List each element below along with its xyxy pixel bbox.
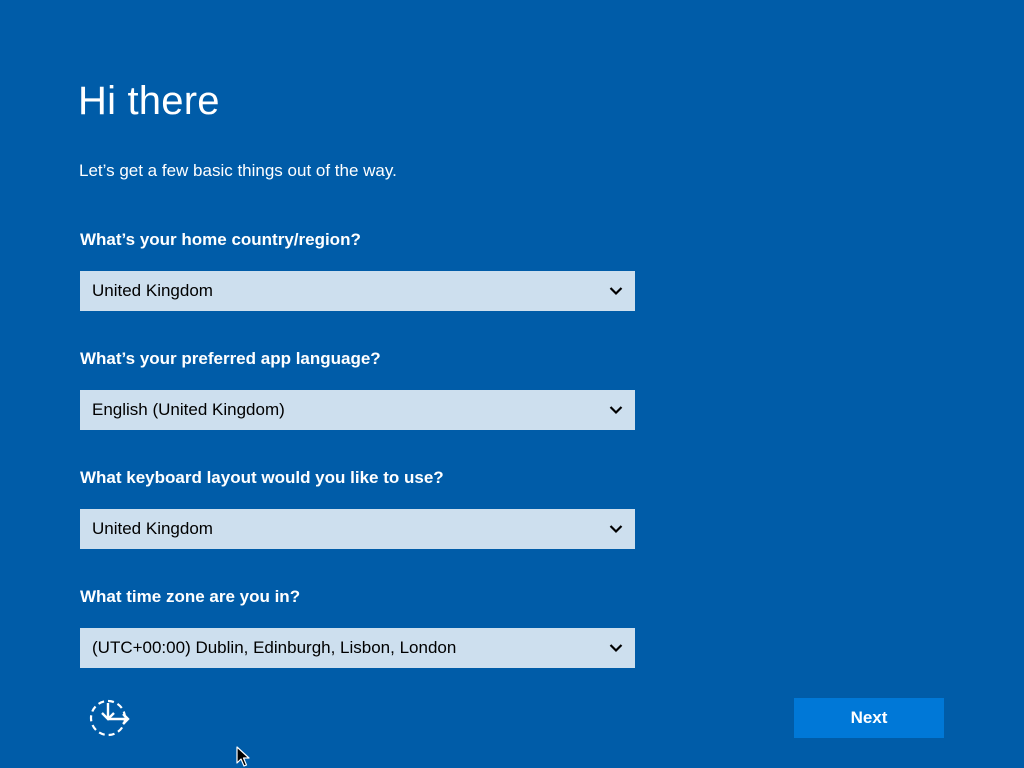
country-region-label: What’s your home country/region? (80, 230, 361, 249)
app-language-label: What’s your preferred app language? (80, 349, 381, 368)
chevron-down-icon (609, 403, 623, 417)
keyboard-layout-label: What keyboard layout would you like to u… (80, 468, 444, 487)
time-zone-label: What time zone are you in? (80, 587, 301, 606)
oobe-region-setup-page: Hi there Let’s get a few basic things ou… (0, 0, 1024, 768)
time-zone-select[interactable]: (UTC+00:00) Dublin, Edinburgh, Lisbon, L… (80, 628, 635, 668)
next-button[interactable]: Next (794, 698, 944, 738)
page-subtitle: Let’s get a few basic things out of the … (79, 161, 397, 180)
mouse-pointer-icon (236, 746, 250, 768)
ease-of-access-icon[interactable] (86, 697, 132, 741)
app-language-value: English (United Kingdom) (92, 400, 285, 419)
chevron-down-icon (609, 641, 623, 655)
keyboard-layout-select[interactable]: United Kingdom (80, 509, 635, 549)
page-title: Hi there (78, 79, 220, 123)
country-region-value: United Kingdom (92, 281, 213, 300)
app-language-select[interactable]: English (United Kingdom) (80, 390, 635, 430)
time-zone-value: (UTC+00:00) Dublin, Edinburgh, Lisbon, L… (92, 638, 457, 657)
country-region-select[interactable]: United Kingdom (80, 271, 635, 311)
chevron-down-icon (609, 284, 623, 298)
keyboard-layout-value: United Kingdom (92, 519, 213, 538)
chevron-down-icon (609, 522, 623, 536)
